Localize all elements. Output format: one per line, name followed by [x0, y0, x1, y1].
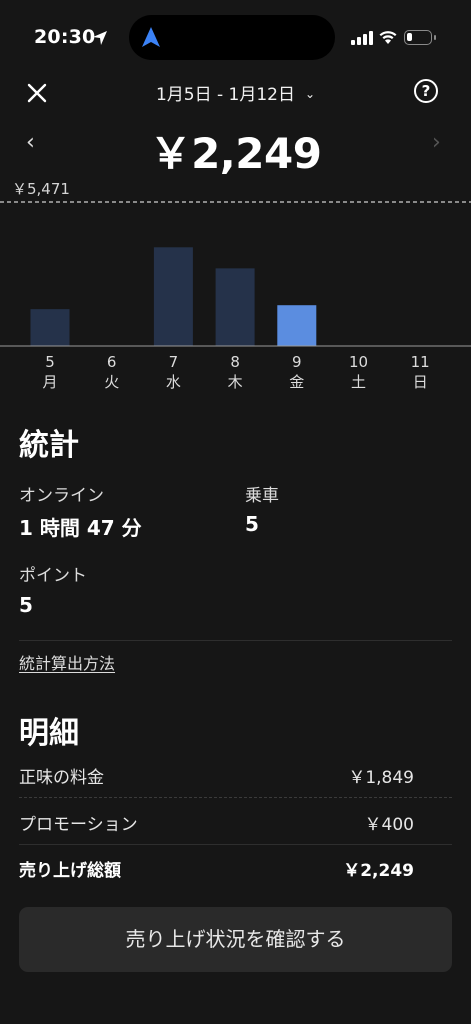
breakdown-total-divider — [19, 844, 452, 845]
chart-bar — [30, 309, 70, 346]
wifi-icon — [379, 31, 397, 44]
help-icon[interactable]: ? — [414, 79, 438, 103]
location-arrow-icon — [93, 31, 107, 45]
earnings-chart-svg: 5 月 6 火 7 水 8 木 9 金 10 土 11 日 — [0, 201, 471, 391]
stats-method-link[interactable]: 統計算出方法 — [19, 650, 115, 674]
chart-weekday-label: 火 — [104, 373, 119, 391]
chart-weekday-label: 月 — [42, 373, 57, 391]
chart-weekday-label: 木 — [228, 373, 243, 391]
earnings-chart: 5 月 6 火 7 水 8 木 9 金 10 土 11 日 ￥5,471 — [0, 176, 471, 396]
chart-weekday-label: 土 — [351, 373, 366, 391]
total-row: ‹ ￥2,249 › — [0, 118, 471, 178]
status-time: 20:30 — [34, 26, 96, 48]
chart-weekday-label: 日 — [413, 373, 428, 391]
chart-weekday-label: 水 — [166, 373, 181, 391]
status-bar: 20:30 — [0, 0, 471, 72]
navigation-arrow-icon — [142, 27, 160, 47]
online-value: 1 時間 47 分 — [19, 516, 142, 540]
chart-day-label: 10 — [349, 353, 368, 371]
breakdown-divider — [19, 797, 452, 798]
date-range-selector[interactable]: 1月5日 - 1月12日 ⌄ — [0, 80, 471, 105]
chart-day-label: 7 — [169, 353, 179, 371]
points-label: ポイント — [19, 566, 87, 586]
chart-bar — [277, 305, 317, 346]
gross-total-value: ￥2,249 — [343, 861, 414, 881]
stats-divider — [19, 640, 452, 641]
chart-day-label: 11 — [411, 353, 430, 371]
header: 1月5日 - 1月12日 ⌄ ? — [0, 72, 471, 112]
breakdown-title: 明細 — [19, 716, 79, 751]
stats-title: 統計 — [19, 428, 79, 463]
rides-value: 5 — [245, 512, 259, 536]
net-fare-value: ￥1,849 — [348, 768, 414, 788]
next-week-button[interactable]: › — [432, 130, 441, 155]
chart-day-label: 6 — [107, 353, 117, 371]
cellular-signal-icon — [351, 31, 373, 45]
chart-day-label: 8 — [230, 353, 240, 371]
view-earnings-button[interactable]: 売り上げ状況を確認する — [19, 907, 452, 972]
chart-bar — [215, 268, 255, 346]
gross-total-label: 売り上げ総額 — [19, 861, 121, 881]
battery-icon — [404, 30, 436, 45]
promotion-label: プロモーション — [19, 815, 138, 835]
date-range-label: 1月5日 - 1月12日 — [155, 85, 295, 105]
chart-max-label: ￥5,471 — [12, 180, 70, 198]
chevron-down-icon: ⌄ — [304, 87, 316, 101]
chart-weekday-label: 金 — [289, 373, 304, 391]
net-fare-label: 正味の料金 — [19, 768, 104, 788]
weekly-total: ￥2,249 — [149, 129, 322, 178]
online-label: オンライン — [19, 486, 104, 506]
dynamic-island — [129, 15, 335, 60]
promotion-value: ￥400 — [364, 815, 414, 835]
rides-label: 乗車 — [245, 486, 279, 506]
points-value: 5 — [19, 593, 33, 617]
chart-day-label: 9 — [292, 353, 302, 371]
chart-bar — [153, 247, 193, 346]
chart-day-label: 5 — [45, 353, 55, 371]
